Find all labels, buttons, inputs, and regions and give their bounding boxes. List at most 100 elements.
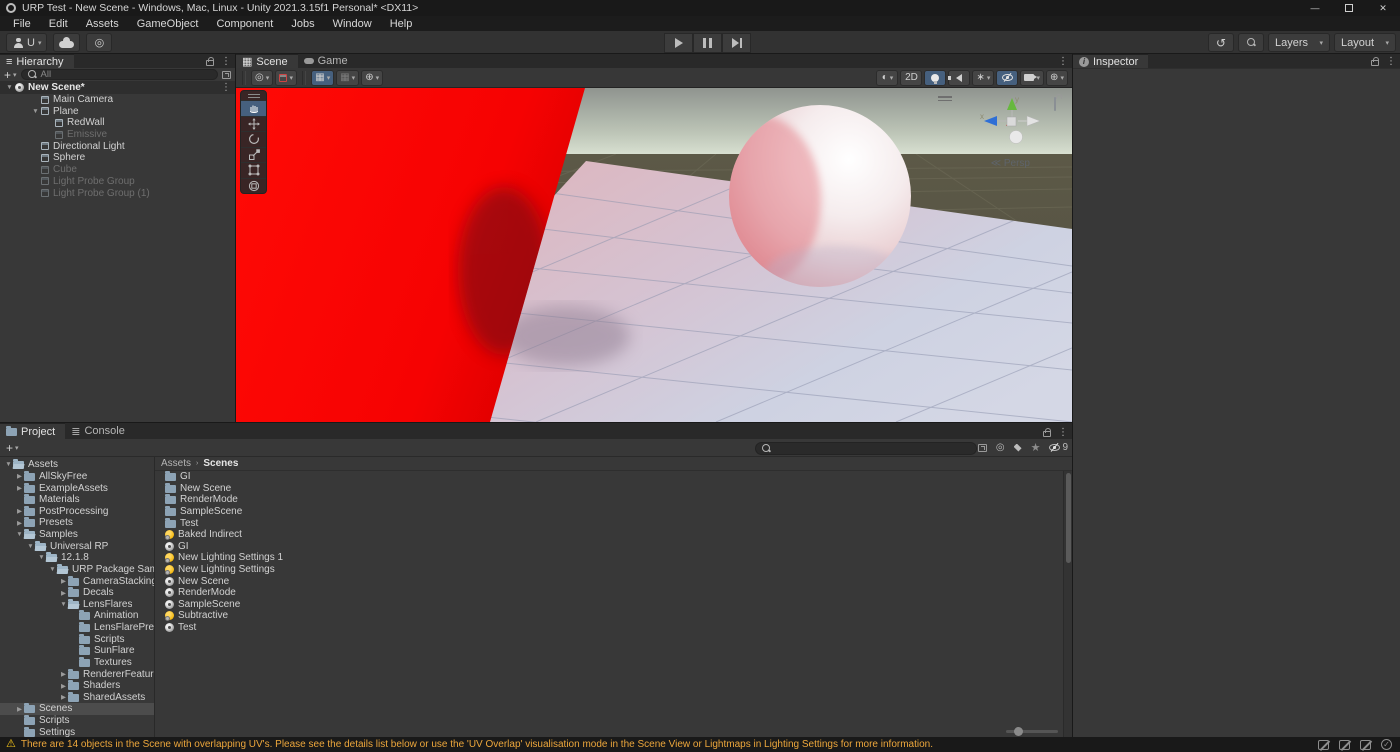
scene-viewport[interactable]: y x ≪ Persp xyxy=(236,88,1072,422)
kebab-menu-icon[interactable]: ⋮ xyxy=(1386,56,1396,67)
folder-tree-row[interactable]: LensFlarePre xyxy=(0,622,154,634)
label-filter-icon[interactable] xyxy=(1013,443,1022,452)
layers-dropdown[interactable]: Layers ▾ xyxy=(1268,33,1330,52)
kebab-menu-icon[interactable]: ⋮ xyxy=(221,56,231,67)
palette-drag-handle[interactable] xyxy=(241,91,266,100)
grid-visibility-dropdown[interactable]: ▦ ▾ xyxy=(336,69,360,86)
2d-toggle[interactable]: 2D xyxy=(900,69,923,86)
folder-tree-row[interactable]: Materials xyxy=(0,494,154,506)
folder-tree-row[interactable]: Settings xyxy=(0,726,154,737)
expand-arrow-icon[interactable]: ▶ xyxy=(15,519,24,527)
folder-tree-row[interactable]: ▶ RendererFeatur xyxy=(0,668,154,680)
lock-icon[interactable] xyxy=(206,57,214,66)
hierarchy-search-input[interactable]: All xyxy=(20,69,218,80)
tab-inspector[interactable]: i Inspector xyxy=(1073,54,1149,68)
transform-tool[interactable] xyxy=(241,177,266,194)
kebab-menu-icon[interactable]: ⋮ xyxy=(221,82,231,93)
asset-row[interactable]: GI xyxy=(155,541,1062,553)
move-tool[interactable] xyxy=(241,115,266,132)
tab-console[interactable]: ≣ Console xyxy=(65,423,135,439)
hierarchy-row[interactable]: ▼ New Scene* ⋮ xyxy=(0,82,235,94)
asset-row[interactable]: SampleScene xyxy=(155,599,1062,611)
thumbnail-size-slider[interactable] xyxy=(1006,727,1058,736)
expand-arrow-icon[interactable]: ▼ xyxy=(48,566,57,573)
menu-jobs[interactable]: Jobs xyxy=(282,16,323,31)
tab-scene[interactable]: ▦ Scene xyxy=(236,54,298,68)
audio-toggle[interactable] xyxy=(948,69,971,86)
folder-tree-row[interactable]: ▶ Decals xyxy=(0,587,154,599)
tab-project[interactable]: Project xyxy=(0,423,66,439)
project-search-input[interactable] xyxy=(755,441,977,455)
lock-icon[interactable] xyxy=(1043,428,1051,437)
asset-row[interactable]: Test xyxy=(155,622,1062,634)
expand-arrow-icon[interactable]: ▶ xyxy=(15,507,24,515)
hierarchy-row[interactable]: Light Probe Group ⋮ xyxy=(0,176,235,188)
asset-row[interactable]: SampleScene xyxy=(155,506,1062,518)
favorites-icon[interactable]: ★ xyxy=(1031,441,1041,454)
expand-arrow-icon[interactable]: ▶ xyxy=(15,472,24,480)
gizmo-drag-handle[interactable] xyxy=(938,96,952,102)
pause-button[interactable] xyxy=(693,33,722,53)
menu-edit[interactable]: Edit xyxy=(40,16,77,31)
hidden-count-toggle[interactable]: 9 xyxy=(1049,442,1068,453)
folder-tree-row[interactable]: ▶ AllSkyFree xyxy=(0,470,154,483)
expand-arrow-icon[interactable]: ▼ xyxy=(30,108,41,115)
folder-tree-row[interactable]: Animation xyxy=(0,610,154,622)
rotate-tool[interactable] xyxy=(241,131,266,147)
pivot-rotation-dropdown[interactable]: ▾ xyxy=(275,69,298,86)
folder-tree-row[interactable]: Scripts xyxy=(0,715,154,727)
expand-arrow-icon[interactable]: ▶ xyxy=(59,577,68,585)
asset-row[interactable]: New Lighting Settings 1 xyxy=(155,552,1062,564)
folder-tree-row[interactable]: ▶ SharedAssets xyxy=(0,691,154,704)
grid-snapping-toggle[interactable]: ▦ ▾ xyxy=(311,69,335,86)
tool-settings-dropdown[interactable]: ◎ ▾ xyxy=(251,69,274,86)
play-button[interactable] xyxy=(664,33,693,53)
folder-tree-row[interactable]: ▼ Samples xyxy=(0,529,154,541)
hidden-objects-toggle[interactable] xyxy=(996,69,1019,86)
undo-history-button[interactable]: ↺ xyxy=(1208,33,1234,52)
search-button[interactable] xyxy=(1238,33,1264,52)
folder-tree-row[interactable]: ▶ Scenes xyxy=(0,703,154,715)
scale-tool[interactable] xyxy=(241,146,266,163)
scrollbar-thumb[interactable] xyxy=(1065,473,1071,563)
expand-arrow-icon[interactable]: ▶ xyxy=(59,589,68,597)
expand-arrow-icon[interactable]: ▶ xyxy=(59,670,68,678)
asset-row[interactable]: New Scene xyxy=(155,482,1062,495)
expand-arrow-icon[interactable]: ▼ xyxy=(59,601,68,608)
tab-game[interactable]: Game xyxy=(298,54,358,68)
rect-tool[interactable] xyxy=(241,162,266,178)
account-button[interactable]: U ▾ xyxy=(6,33,48,52)
folder-tree-row[interactable]: Textures xyxy=(0,656,154,669)
folder-tree-row[interactable]: Scripts xyxy=(0,633,154,645)
expand-arrow-icon[interactable]: ▶ xyxy=(15,705,24,713)
asset-row[interactable]: Test xyxy=(155,517,1062,529)
expand-arrow-icon[interactable]: ▶ xyxy=(59,693,68,701)
expand-arrow-icon[interactable]: ▼ xyxy=(4,84,15,91)
status-message[interactable]: There are 14 objects in the Scene with o… xyxy=(21,739,933,750)
cache-disabled-icon[interactable] xyxy=(1339,739,1350,750)
kebab-menu-icon[interactable]: ⋮ xyxy=(1058,56,1068,67)
expand-arrow-icon[interactable]: ▶ xyxy=(15,484,24,492)
create-asset-button[interactable]: + ▾ xyxy=(6,441,19,455)
hierarchy-row[interactable]: Cube ⋮ xyxy=(0,164,235,176)
asset-row[interactable]: GI xyxy=(155,471,1062,483)
menu-component[interactable]: Component xyxy=(207,16,282,31)
hierarchy-row[interactable]: Directional Light ⋮ xyxy=(0,140,235,152)
services-button[interactable]: ◎ xyxy=(86,33,113,52)
folder-tree-row[interactable]: ▼ URP Package Sam xyxy=(0,563,154,576)
draw-mode-dropdown[interactable]: ◐ ▾ xyxy=(876,69,899,86)
folder-tree-row[interactable]: ▶ Presets xyxy=(0,517,154,529)
menu-assets[interactable]: Assets xyxy=(77,16,128,31)
gizmo-lock-icon[interactable] xyxy=(1054,97,1056,111)
hierarchy-row[interactable]: Sphere ⋮ xyxy=(0,152,235,164)
menu-window[interactable]: Window xyxy=(324,16,381,31)
folder-tree-row[interactable]: ▼ Assets xyxy=(0,459,154,471)
menu-file[interactable]: File xyxy=(4,16,40,31)
scene-lighting-toggle[interactable] xyxy=(924,69,947,86)
create-button[interactable]: + ▾ xyxy=(4,68,17,82)
gizmos-dropdown[interactable]: ⊕ ▾ xyxy=(1046,69,1068,86)
lock-icon[interactable] xyxy=(1371,57,1379,66)
content-scrollbar[interactable] xyxy=(1063,471,1072,737)
breadcrumb-root[interactable]: Assets xyxy=(161,458,191,469)
folder-tree-row[interactable]: ▼ LensFlares xyxy=(0,598,154,611)
